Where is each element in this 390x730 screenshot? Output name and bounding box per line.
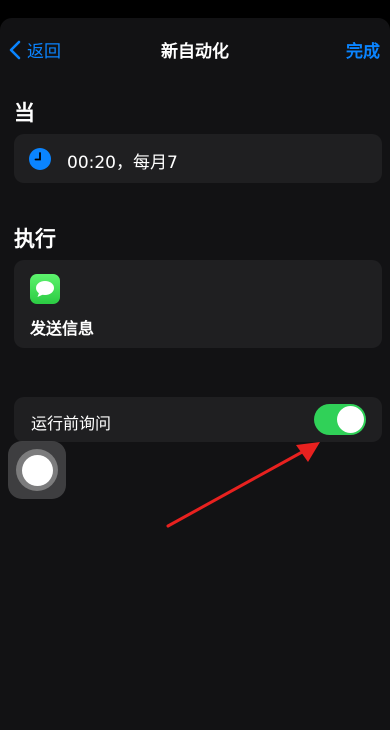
ask-before-running-toggle[interactable]	[314, 404, 366, 435]
ask-before-running-row: 运行前询问	[14, 397, 382, 442]
when-section-title: 当	[14, 101, 35, 125]
action-label: 发送信息	[30, 319, 95, 338]
navigation-bar: 返回 新自动化 完成	[0, 18, 390, 76]
trigger-card[interactable]: 00:20，每月7	[14, 134, 382, 183]
clock-icon	[29, 148, 51, 170]
automation-sheet	[0, 18, 390, 730]
assistive-touch-core	[21, 454, 53, 486]
page-title: 新自动化	[161, 42, 229, 62]
ask-before-running-label: 运行前询问	[31, 414, 112, 433]
assistive-touch-button[interactable]	[8, 441, 66, 499]
messages-icon	[30, 274, 60, 304]
status-bar	[0, 0, 390, 18]
assistive-touch-ring	[16, 449, 58, 491]
done-button[interactable]: 完成	[346, 37, 380, 62]
toggle-knob	[337, 406, 364, 433]
trigger-text: 00:20，每月7	[67, 153, 178, 173]
action-card[interactable]: 发送信息	[14, 260, 382, 348]
do-section-title: 执行	[14, 227, 56, 251]
